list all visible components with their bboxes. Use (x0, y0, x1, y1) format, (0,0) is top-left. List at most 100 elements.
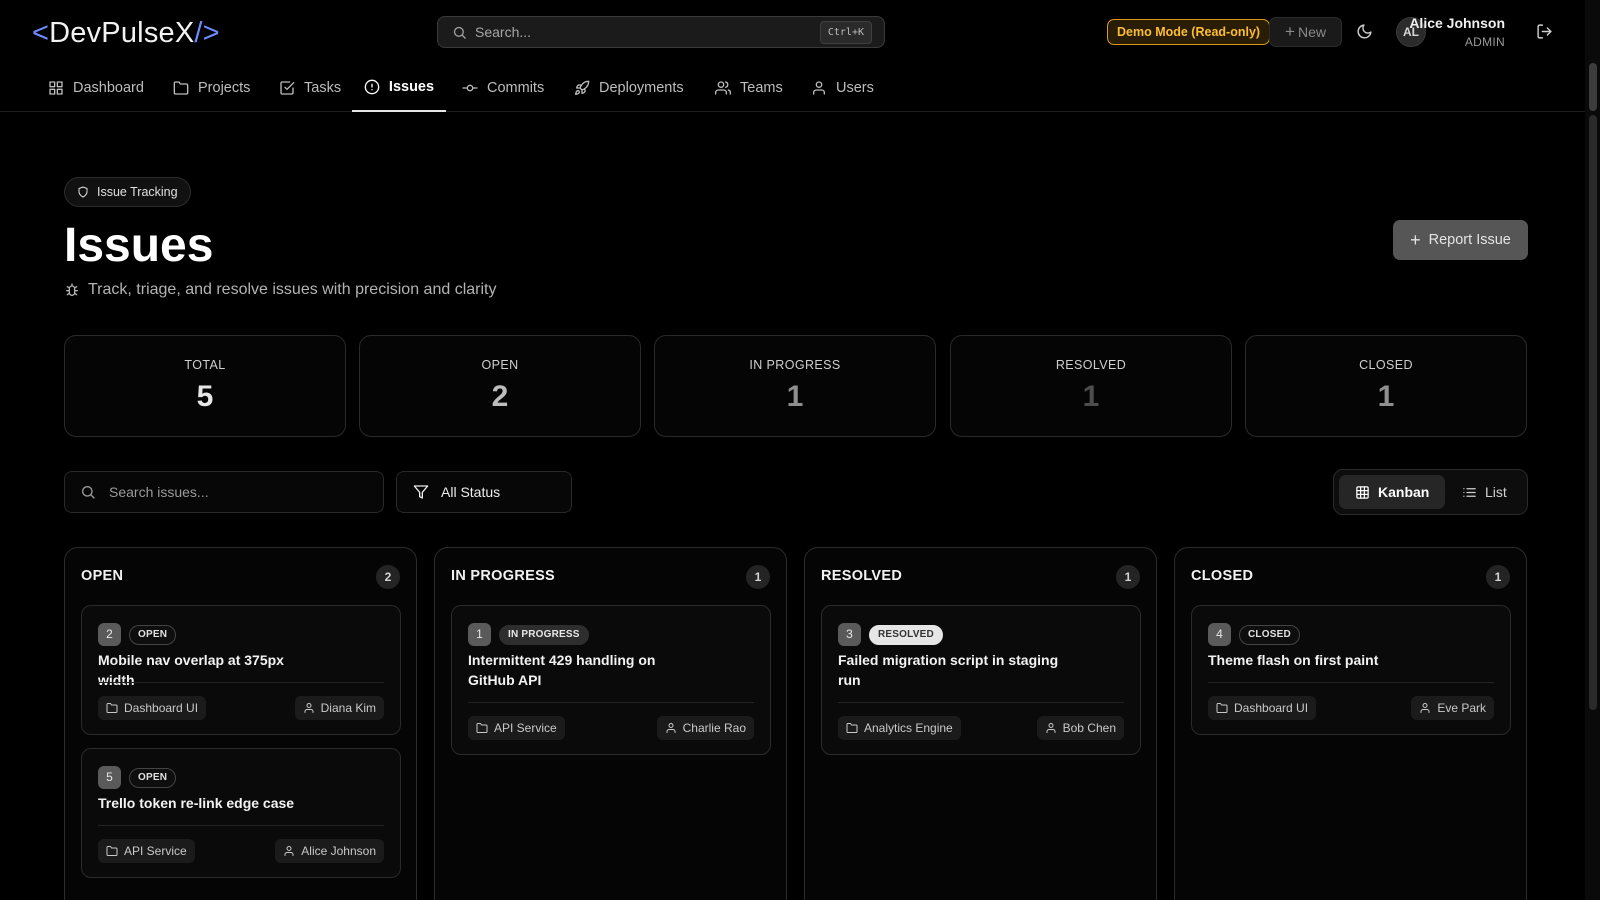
project-tag: API Service (468, 716, 565, 740)
folder-icon (1216, 703, 1228, 713)
stat-card-total: TOTAL 5 (64, 335, 346, 437)
app-logo[interactable]: <DevPulseX/> (32, 16, 220, 50)
issue-title: Trello token re-link edge case (98, 795, 295, 811)
list-view-button[interactable]: List (1446, 475, 1523, 509)
nav-item-tasks[interactable]: Tasks (279, 64, 341, 112)
plus-icon: + (1410, 230, 1421, 250)
moon-icon[interactable] (1356, 23, 1373, 40)
stat-value: 1 (786, 380, 804, 413)
search-icon (452, 25, 467, 40)
stat-label: IN PROGRESS (749, 358, 841, 372)
nav-item-deployments[interactable]: Deployments (574, 64, 684, 112)
project-tag: API Service (98, 839, 195, 863)
view-toggle: Kanban List (1333, 469, 1528, 515)
issue-number: 3 (838, 623, 861, 646)
card-divider (98, 682, 384, 683)
status-filter-value: All Status (441, 484, 501, 500)
card-divider (468, 702, 754, 703)
issue-card[interactable]: 4 CLOSED Theme flash on first paint Dash… (1191, 605, 1511, 735)
card-divider (838, 702, 1124, 703)
issue-number: 1 (468, 623, 491, 646)
kanban-view-button[interactable]: Kanban (1339, 475, 1446, 509)
column-count-badge: 1 (1486, 565, 1510, 589)
stat-value: 1 (1377, 380, 1395, 413)
nav-label: Issues (388, 79, 435, 95)
nav-label: Commits (487, 80, 545, 96)
status-badge: CLOSED (1239, 625, 1300, 645)
nav-item-dashboard[interactable]: Dashboard (48, 64, 144, 112)
nav-label: Users (836, 80, 874, 96)
logo-name: DevPulseX (49, 17, 195, 49)
check-square-icon (280, 81, 295, 95)
kanban-column-resolved: RESOLVED 1 3 RESOLVED Failed migration s… (804, 547, 1157, 900)
user-icon (304, 703, 314, 713)
card-divider (98, 825, 384, 826)
project-name: Analytics Engine (864, 721, 953, 735)
stat-card-resolved: RESOLVED 1 (950, 335, 1232, 437)
scrollbar-track[interactable] (1589, 115, 1597, 710)
column-count-badge: 1 (1116, 565, 1140, 589)
issue-number: 5 (98, 766, 121, 789)
nav-item-projects[interactable]: Projects (173, 64, 250, 112)
alert-circle-icon (364, 79, 380, 95)
global-search-input[interactable]: Search... Ctrl+K (437, 16, 885, 48)
nav-item-teams[interactable]: Teams (715, 64, 783, 112)
nav-item-issues[interactable]: Issues (352, 64, 446, 112)
commit-icon (462, 84, 478, 92)
report-issue-button[interactable]: + Report Issue (1393, 220, 1528, 260)
assignee-tag: Charlie Rao (656, 716, 754, 740)
status-filter-select[interactable]: All Status (396, 471, 572, 513)
assignee-name: Bob Chen (1062, 721, 1116, 735)
issue-title: Theme flash on first paint (1208, 652, 1379, 668)
issue-card[interactable]: 1 IN PROGRESS Intermittent 429 handling … (451, 605, 771, 755)
new-button-label: New (1297, 24, 1326, 40)
stat-label: RESOLVED (1055, 358, 1127, 372)
folder-icon (846, 723, 858, 733)
nav-item-commits[interactable]: Commits (462, 64, 544, 112)
stat-card-closed: CLOSED 1 (1245, 335, 1527, 437)
users-icon (715, 81, 731, 95)
user-icon (1046, 723, 1056, 733)
folder-icon (106, 703, 118, 713)
search-shortcut-hint: Ctrl+K (819, 21, 872, 44)
stat-card-in-progress: IN PROGRESS 1 (654, 335, 936, 437)
issue-card[interactable]: 5 OPEN Trello token re-link edge case AP… (81, 748, 401, 878)
project-tag: Analytics Engine (838, 716, 961, 740)
nav-item-users[interactable]: Users (811, 64, 874, 112)
stat-label: TOTAL (184, 358, 226, 372)
card-divider (1208, 682, 1494, 683)
issue-card[interactable]: 3 RESOLVED Failed migration script in st… (821, 605, 1141, 755)
grid-icon (49, 81, 63, 95)
kanban-label: Kanban (1378, 484, 1430, 500)
assignee-tag: Alice Johnson (275, 839, 384, 863)
issue-number: 4 (1208, 623, 1231, 646)
logout-icon[interactable] (1536, 23, 1553, 40)
column-count-badge: 2 (376, 565, 400, 589)
column-title: RESOLVED (821, 568, 903, 584)
report-issue-label: Report Issue (1428, 232, 1511, 248)
new-button[interactable]: + New (1269, 17, 1342, 47)
scrollbar-thumb[interactable] (1589, 63, 1597, 111)
page-scrollbar[interactable] (1585, 0, 1600, 900)
status-badge: OPEN (129, 625, 177, 645)
issue-search-input[interactable]: Search issues... (64, 471, 384, 513)
project-tag: Dashboard UI (98, 696, 207, 720)
assignee-tag: Bob Chen (1036, 716, 1124, 740)
main-nav: Dashboard Projects Tasks Issues Commits … (0, 64, 1585, 112)
page-subtitle: Track, triage, and resolve issues with p… (64, 281, 496, 299)
column-title: OPEN (81, 568, 124, 584)
status-badge: IN PROGRESS (499, 625, 589, 645)
project-name: API Service (494, 721, 557, 735)
stat-value: 5 (196, 380, 214, 413)
issue-title: Intermittent 429 handling on GitHub API (468, 652, 656, 688)
project-name: Dashboard UI (1234, 701, 1309, 715)
assignee-name: Diana Kim (320, 701, 376, 715)
issue-card[interactable]: 2 OPEN Mobile nav overlap at 375px width… (81, 605, 401, 735)
stat-card-open: OPEN 2 (359, 335, 641, 437)
user-name: Alice Johnson (1409, 15, 1505, 31)
user-icon (813, 81, 825, 95)
folder-icon (106, 846, 118, 856)
assignee-name: Alice Johnson (301, 844, 376, 858)
issue-tracking-chip: Issue Tracking (64, 177, 191, 207)
stat-label: OPEN (481, 358, 519, 372)
